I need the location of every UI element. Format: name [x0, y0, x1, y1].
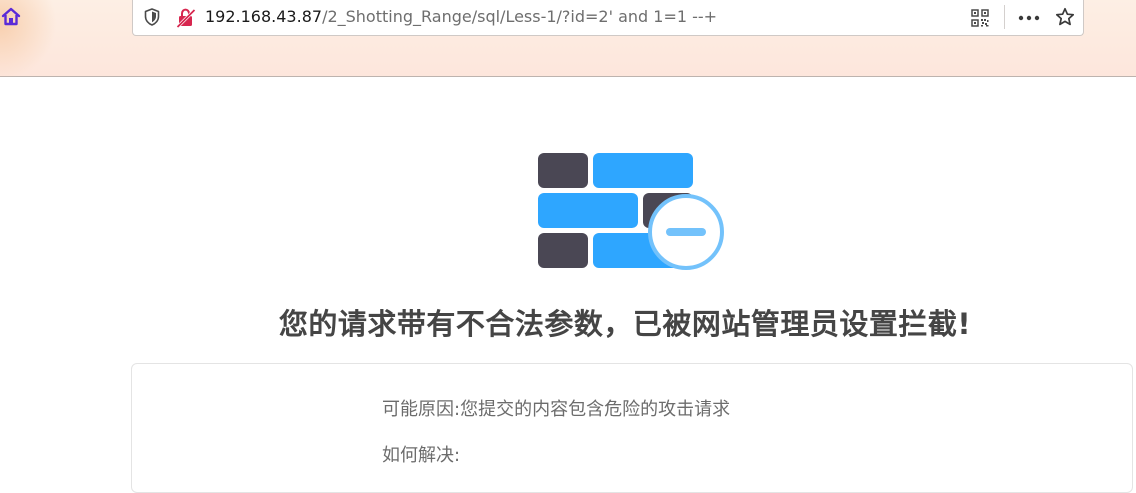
- url-host: 192.168.43.87: [205, 7, 323, 26]
- home-icon: [1, 7, 21, 26]
- url-path: /2_Shotting_Range/sql/Less-1/?id=2' and …: [322, 7, 718, 26]
- possible-reason: 可能原因:您提交的内容包含危险的攻击请求: [382, 398, 730, 422]
- home-button[interactable]: [0, 6, 22, 28]
- reason-text: 您提交的内容包含危险的攻击请求: [460, 399, 731, 420]
- connection-info-button[interactable]: [175, 7, 197, 29]
- insecure-lock-icon: [176, 8, 196, 28]
- how-to-solve: 如何解决:: [382, 444, 460, 468]
- reason-label: 可能原因:: [382, 399, 461, 420]
- info-panel: 可能原因:您提交的内容包含危险的攻击请求 如何解决:: [131, 363, 1133, 493]
- page-content: 您的请求带有不合法参数，已被网站管理员设置拦截! 可能原因:您提交的内容包含危险…: [0, 78, 1136, 493]
- url-bar[interactable]: 192.168.43.87/2_Shotting_Range/sql/Less-…: [132, 0, 1084, 36]
- bookmark-star-icon: [1055, 7, 1075, 26]
- tracking-protection-button[interactable]: [143, 8, 161, 26]
- solution-label: 如何解决:: [382, 445, 461, 466]
- url-bar-divider: [1004, 5, 1005, 29]
- firewall-block-icon: [538, 153, 724, 270]
- shield-icon: [144, 8, 160, 26]
- bookmark-button[interactable]: [1053, 6, 1077, 28]
- qr-code-icon: [971, 9, 989, 27]
- qr-code-button[interactable]: [969, 7, 991, 29]
- url-text[interactable]: 192.168.43.87/2_Shotting_Range/sql/Less-…: [205, 7, 717, 27]
- browser-toolbar: 192.168.43.87/2_Shotting_Range/sql/Less-…: [0, 0, 1136, 77]
- block-message-title: 您的请求带有不合法参数，已被网站管理员设置拦截!: [278, 307, 972, 341]
- more-options-icon: [1018, 15, 1040, 21]
- page-actions-button[interactable]: [1017, 7, 1041, 29]
